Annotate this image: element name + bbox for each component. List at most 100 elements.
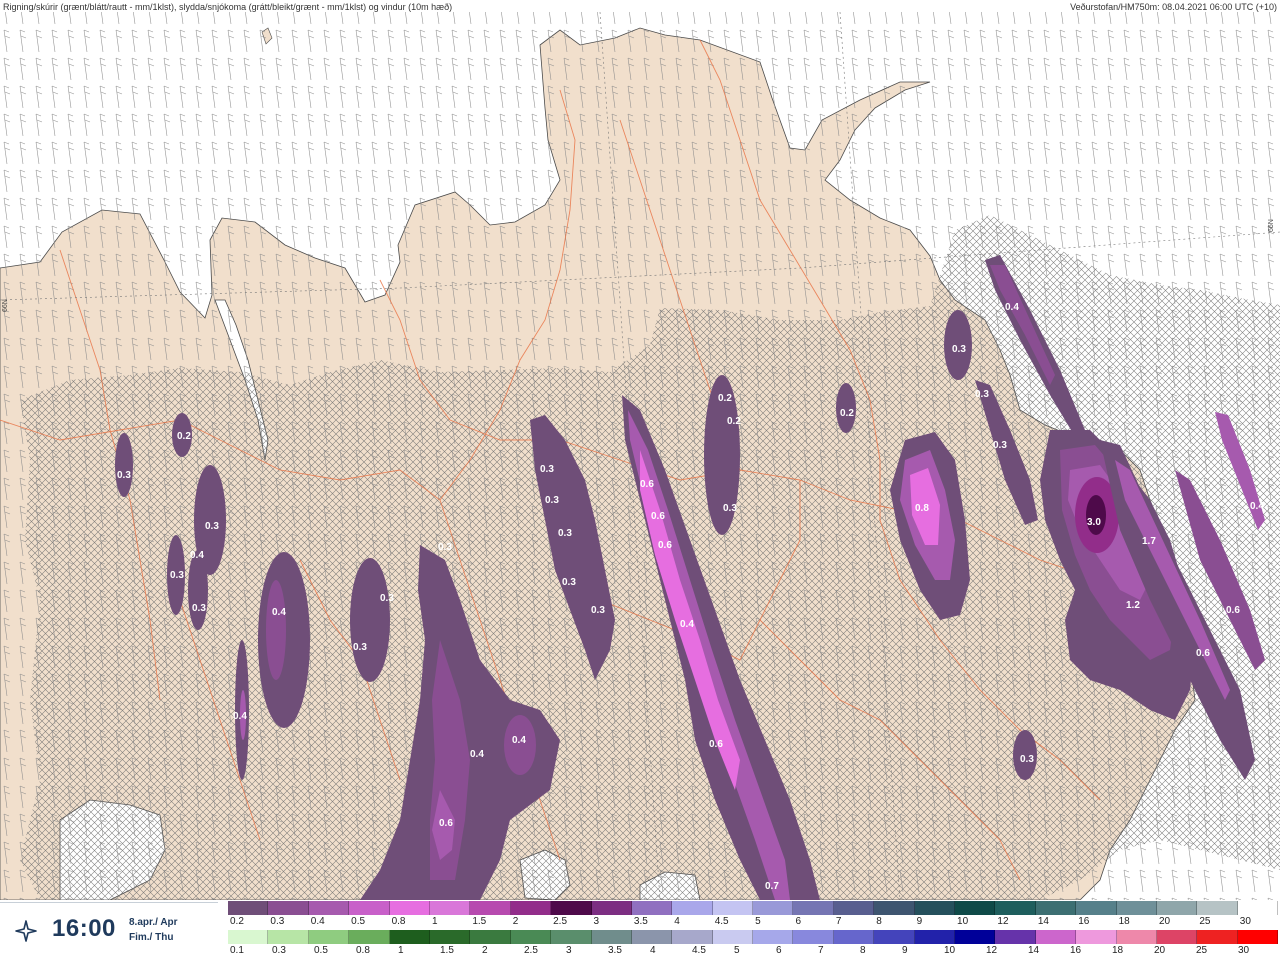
legend-label: 18	[1112, 945, 1124, 956]
legend-label: 30	[1238, 945, 1250, 956]
legend-swatch	[551, 901, 592, 915]
legend-swatch	[1237, 930, 1279, 944]
legend-label: 9	[902, 945, 908, 956]
legend-swatch	[874, 901, 915, 915]
precip-label: 0.2	[727, 416, 741, 427]
legend-swatch	[510, 901, 552, 915]
precip-label: 1.7	[1142, 536, 1156, 547]
legend-swatch	[429, 930, 471, 944]
legend-swatch	[1116, 901, 1157, 915]
legend-swatch	[389, 901, 430, 915]
legend-swatch	[753, 930, 794, 944]
precip-cell	[115, 433, 133, 497]
legend-label: 10	[957, 916, 969, 927]
legend-label: 9	[916, 916, 923, 927]
legend-swatch	[228, 930, 269, 944]
legend-label: 0.8	[356, 945, 370, 956]
legend-label: 16	[1070, 945, 1082, 956]
compass-star-icon[interactable]	[14, 919, 38, 943]
legend-label: 0.4	[310, 916, 325, 927]
precip-label: 0.3	[438, 542, 452, 553]
legend-swatch	[470, 930, 511, 944]
legend-label: 3.5	[633, 916, 648, 927]
precip-cell	[1086, 495, 1106, 535]
legend-swatch	[753, 901, 794, 915]
legend-swatch	[1035, 930, 1077, 944]
legend-swatch	[631, 930, 673, 944]
legend-swatch	[591, 901, 632, 915]
precip-label: 0.6	[640, 479, 654, 490]
legend-label: 3	[566, 945, 572, 956]
legend-label: 14	[1028, 945, 1040, 956]
legend-label: 5	[755, 916, 761, 927]
legend-swatch	[995, 930, 1036, 944]
legend-label: 30	[1239, 916, 1251, 927]
precip-label: 0.3	[1020, 754, 1034, 765]
latitude-label-right: 66N	[1268, 219, 1275, 232]
legend-label: 0.5	[314, 945, 328, 956]
legend-swatch	[672, 930, 713, 944]
legend-swatch	[874, 930, 915, 944]
precip-label: 0.3	[205, 521, 219, 532]
legend-label: 0.1	[230, 945, 244, 956]
legend-label: 25	[1199, 916, 1211, 927]
legend-label: 12	[986, 945, 998, 956]
precip-label: 0.4	[190, 550, 204, 561]
legend-swatches	[228, 901, 1279, 915]
precip-label: 0.6	[658, 540, 672, 551]
precip-label: 0.3	[170, 570, 184, 581]
legend-swatch	[470, 901, 511, 915]
precip-label: 0.3	[975, 389, 989, 400]
legend-snow: 0.2 0.3 0.4 0.5 0.8 1 1.5 2 2.5 3 3.5 4 4.5 5 6 7 8 9 10 12…	[228, 901, 1280, 929]
legend-label: 3.5	[608, 945, 622, 956]
precip-label: 0.3	[723, 503, 737, 514]
legend-swatch	[833, 930, 875, 944]
precip-label: 0.3	[993, 440, 1007, 451]
legend-label: 20	[1158, 916, 1171, 927]
legend-swatch	[551, 930, 592, 944]
legend-label: 2.5	[553, 916, 568, 927]
legend-swatch	[1197, 930, 1238, 944]
legend-swatch	[793, 930, 834, 944]
legend-swatch	[349, 901, 390, 915]
legend-label: 0.8	[391, 916, 406, 927]
legend-swatch	[833, 901, 875, 915]
legend-label: 0.3	[272, 945, 286, 956]
precip-label: 0.4	[680, 619, 694, 630]
legend-swatch	[1156, 930, 1198, 944]
precip-label: 0.2	[718, 393, 732, 404]
legend-swatch	[1035, 901, 1077, 915]
precip-label: 0.7	[765, 881, 779, 892]
legend-swatch	[1237, 901, 1279, 915]
time-panel: 16:00 8.apr./ Apr Fim./ Thu	[0, 902, 218, 959]
legend-swatch	[268, 901, 309, 915]
legend-label: 4	[674, 916, 680, 927]
legend-swatch	[1116, 930, 1157, 944]
latitude-label-left: 66N	[2, 299, 9, 312]
legend-label: 7	[835, 916, 842, 927]
legend-labels: 0.1 0.3 0.5 0.8 1 1.5 2 2.5 3 3.5 4 4.5 5 6 7 8 9 10 12 14 1…	[228, 945, 1278, 957]
precip-label: 0.3	[117, 470, 131, 481]
legend-swatch	[914, 901, 956, 915]
weather-map[interactable]: 0.4 0.3 0.3 0.2 0.2 0.2 0.3 0.8 0.3 0.2 …	[0, 0, 1280, 958]
precip-label: 0.3	[952, 344, 966, 355]
legend-swatch	[995, 901, 1036, 915]
legend-swatch	[1076, 930, 1117, 944]
precip-label: 0.4	[272, 607, 286, 618]
legend-swatch	[308, 901, 350, 915]
precip-cell	[350, 558, 390, 682]
precip-label: 0.4	[1005, 302, 1019, 313]
precip-label: 3.0	[1087, 517, 1101, 528]
legend-swatch	[955, 901, 996, 915]
legend-swatch	[712, 901, 754, 915]
precip-label: 0.3	[540, 464, 554, 475]
legend-label: 10	[944, 945, 956, 956]
legend-label: 4.5	[692, 945, 706, 956]
legend-swatch	[510, 930, 552, 944]
legend-swatch	[1156, 901, 1198, 915]
legend-label: 5	[734, 945, 740, 956]
precip-cell	[188, 550, 208, 630]
precip-label: 0.3	[192, 603, 206, 614]
precip-label: 0.3	[558, 528, 572, 539]
forecast-date: 8.apr./ Apr	[129, 917, 178, 928]
